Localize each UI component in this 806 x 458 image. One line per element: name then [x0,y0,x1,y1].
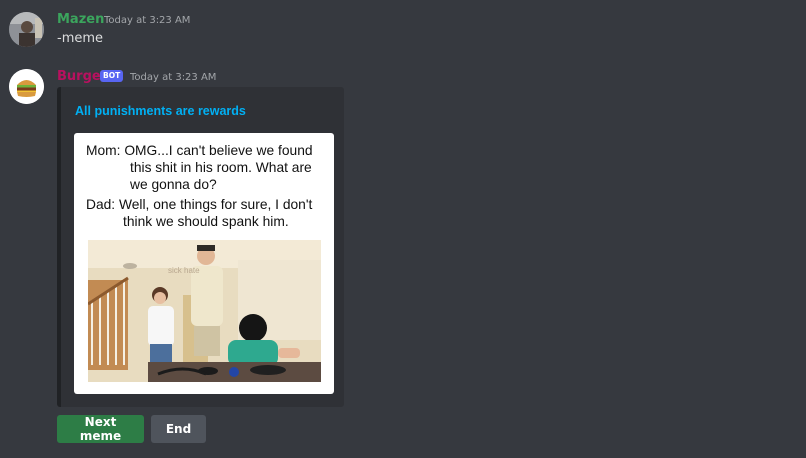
burger-icon [9,69,44,104]
timestamp: Today at 3:23 AM [130,72,217,83]
meme-caption-line: Dad: Well, one things for sure, I don't [86,197,313,212]
embed: All punishments are rewards Mom: OMG...I… [57,87,344,407]
meme-caption-line: Mom: OMG...I can't believe we found [86,143,313,158]
user-photo-avatar [9,12,44,47]
meme-photo-illustration [88,240,321,382]
meme-caption-line: we gonna do? [130,177,217,192]
avatar[interactable] [9,69,44,104]
end-button[interactable]: End [151,415,206,443]
meme-photo: sick hate [88,240,321,382]
message-text: -meme [57,31,104,46]
next-meme-button[interactable]: Next meme [57,415,144,443]
meme-watermark: sick hate [168,266,200,275]
meme-caption-line: this shit in his room. What are [130,160,312,175]
meme-image[interactable]: Mom: OMG...I can't believe we found this… [74,133,334,394]
avatar[interactable] [9,12,44,47]
bot-badge: BOT [100,70,124,82]
meme-caption-line: think we should spank him. [123,214,289,229]
username[interactable]: Mazen [57,12,104,27]
timestamp: Today at 3:23 AM [104,15,191,26]
embed-title[interactable]: All punishments are rewards [75,104,246,118]
